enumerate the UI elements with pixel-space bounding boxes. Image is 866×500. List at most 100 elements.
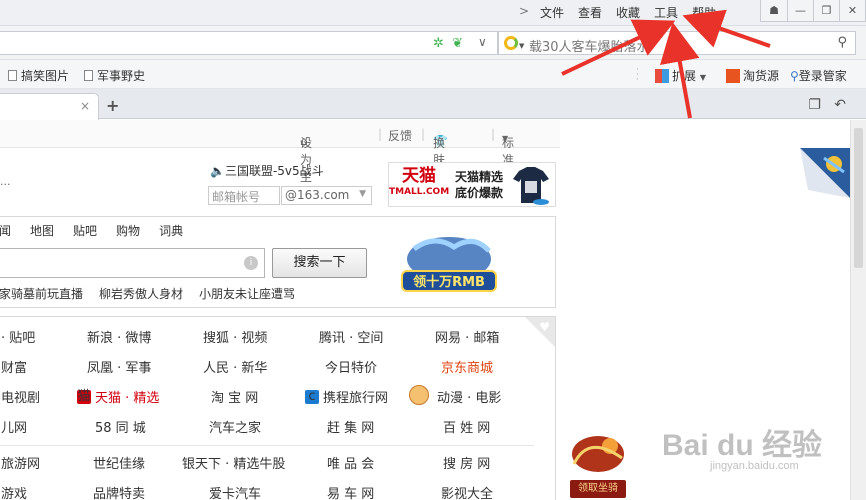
site-link[interactable]: 搜 房 网 (443, 453, 490, 472)
tab-tieba[interactable]: 贴吧 (73, 222, 97, 239)
site-link[interactable]: 爱卡汽车 (209, 483, 261, 500)
site-link[interactable]: 淘 宝 网 (211, 387, 258, 406)
tmall-ad-line2: 底价爆款 (455, 186, 504, 200)
watermark-main: Bai du 经验 (662, 429, 823, 462)
feedback-link[interactable]: 反馈 (388, 127, 412, 144)
menu-tools[interactable]: 工具 (654, 4, 678, 21)
hot-search-item[interactable]: 小朋友未让座遭骂 (199, 285, 295, 302)
site-row: 财富 凤凰 · 军事 人民 · 新华 今日特价 京东商城 (0, 357, 557, 387)
site-link[interactable]: 动漫 · 电影 (437, 387, 501, 406)
claim-mount-label: 领取坐骑 (570, 480, 626, 498)
page-search-input[interactable]: i (0, 248, 265, 278)
homepage-top-links: ⌂ 设为主页 | 反馈 | 👕 换肤 | 标准版 ▼ (0, 120, 560, 201)
site-link[interactable]: 易 车 网 (327, 483, 374, 500)
site-link[interactable]: 58 同 城 (95, 417, 146, 436)
bookmark-military-history[interactable]: 军事野史 (84, 67, 145, 84)
taohuoyuan-button[interactable]: 淘货源 (726, 67, 779, 84)
hot-searches: 家骑墓前玩直播 柳岩秀傲人身材 小朋友未让座遭骂 (0, 285, 311, 302)
menu-file[interactable]: 文件 (540, 4, 564, 21)
active-tab[interactable]: × (0, 93, 99, 120)
skin-icon[interactable]: ☗ (761, 0, 787, 21)
window-controls: ☗ — ❐ ✕ (760, 0, 866, 22)
site-link[interactable]: 电视剧 (1, 387, 40, 406)
tmall-ad-text: 天猫精选 底价爆款 (455, 169, 503, 201)
menu-expand-chevron-icon[interactable]: > (519, 4, 529, 18)
site-link[interactable]: 世纪佳缘 (93, 453, 145, 472)
announcement[interactable]: 🔈三国联盟-5v5战斗 (210, 162, 324, 179)
vertical-scrollbar[interactable] (850, 120, 866, 500)
menu-view[interactable]: 查看 (578, 4, 602, 21)
site-link[interactable]: 财富 (1, 357, 27, 376)
site-link[interactable]: 天猫 · 精选 (95, 387, 159, 406)
right-game-ad[interactable]: 领取坐骑 (568, 424, 628, 500)
site-link[interactable]: 儿网 (1, 417, 27, 436)
tab-dictionary[interactable]: 词典 (159, 222, 183, 239)
address-bar: ✲ ❦ ∨ ▼ 载30人客车爆胎落水 ⚲ (0, 26, 866, 60)
search-icon[interactable]: ⚲ (837, 35, 847, 50)
site-link[interactable]: 游戏 (1, 483, 27, 500)
site-link[interactable]: 百 姓 网 (443, 417, 490, 436)
game-ad-banner[interactable]: 领十万RMB (394, 229, 504, 297)
hot-search-item[interactable]: 柳岩秀傲人身材 (99, 285, 183, 302)
search-button[interactable]: 搜索一下 (272, 248, 367, 278)
drag-grip-icon: · · · (636, 65, 639, 85)
site-link[interactable]: 人民 · 新华 (203, 357, 267, 376)
site-link[interactable]: 携程旅行网 (323, 387, 388, 406)
undo-close-icon[interactable]: ↶ (834, 97, 846, 113)
tshirt-icon (513, 167, 549, 205)
menu-help[interactable]: 帮助 (692, 4, 716, 21)
leaf-accelerate-icon[interactable]: ❦ (452, 36, 463, 51)
url-input[interactable]: ✲ ❦ ∨ (0, 31, 498, 55)
site-link[interactable]: 新浪 · 微博 (87, 327, 151, 346)
hot-search-item[interactable]: 家骑墓前玩直播 (0, 285, 83, 302)
search-engine-logo-icon[interactable] (504, 36, 518, 50)
tab-close-icon[interactable]: × (80, 99, 90, 113)
extensions-button[interactable]: 扩展 ▼ (655, 67, 706, 84)
site-link[interactable]: 凤凰 · 军事 (87, 357, 151, 376)
tab-shopping[interactable]: 购物 (116, 222, 140, 239)
site-row: 旅游网 世纪佳缘 银天下 · 精选牛股 唯 品 会 搜 房 网 (0, 453, 557, 483)
tab-news[interactable]: 闻 (0, 222, 11, 239)
minimize-button[interactable]: — (787, 0, 813, 21)
site-link[interactable]: 银天下 · 精选牛股 (182, 453, 285, 472)
new-tab-button[interactable]: + (106, 96, 119, 115)
site-link[interactable]: · 贴吧 (1, 327, 35, 346)
site-link[interactable]: 品牌特卖 (93, 483, 145, 500)
tmall-ad-banner[interactable]: 天猫 TMALL.COM 天猫精选 底价爆款 (388, 162, 556, 207)
mail-account-input[interactable]: 邮箱帐号 (208, 186, 280, 205)
engine-dropdown-icon[interactable]: ▼ (519, 42, 524, 50)
restore-tabs-icon[interactable]: ❐ (808, 97, 821, 113)
security-check-icon[interactable]: ✲ (433, 36, 444, 51)
site-link[interactable]: 赶 集 网 (327, 417, 374, 436)
site-link[interactable]: 影视大全 (441, 483, 493, 500)
maximize-button[interactable]: ❐ (813, 0, 839, 21)
divider: | (421, 127, 426, 141)
menu-favorites[interactable]: 收藏 (616, 4, 640, 21)
site-link[interactable]: 今日特价 (325, 357, 377, 376)
tab-map[interactable]: 地图 (30, 222, 54, 239)
site-link[interactable]: 搜狐 · 视频 (203, 327, 267, 346)
login-manager-button[interactable]: ⚲登录管家 (790, 67, 847, 84)
taohuoyuan-label: 淘货源 (743, 69, 780, 83)
site-link[interactable]: 腾讯 · 空间 (319, 327, 383, 346)
game-dragon-image (572, 436, 624, 472)
site-link[interactable]: 汽车之家 (209, 417, 261, 436)
extensions-dropdown-icon[interactable]: ▼ (700, 73, 706, 82)
divider: | (378, 127, 383, 141)
site-link[interactable]: 旅游网 (1, 453, 40, 472)
close-window-button[interactable]: ✕ (839, 0, 865, 21)
bookmark-funny-pictures[interactable]: 搞笑图片 (8, 67, 69, 84)
site-link[interactable]: 唯 品 会 (327, 453, 374, 472)
web-search-input[interactable]: ▼ 载30人客车爆胎落水 ⚲ (498, 31, 856, 55)
site-link[interactable]: 京东商城 (441, 357, 493, 376)
clear-input-icon[interactable]: i (244, 256, 258, 270)
url-dropdown-icon[interactable]: ∨ (478, 35, 487, 49)
site-row: 儿网 58 同 城 汽车之家 赶 集 网 百 姓 网 (0, 417, 557, 447)
site-navigation-grid: ♥ · 贴吧 新浪 · 微博 搜狐 · 视频 腾讯 · 空间 网易 · 邮箱 财… (0, 316, 556, 500)
bookmark-label: 军事野史 (97, 69, 146, 83)
mail-domain-select[interactable]: @163.com ▼ (281, 186, 372, 205)
scrollbar-thumb[interactable] (854, 128, 863, 268)
site-link[interactable]: 网易 · 邮箱 (435, 327, 499, 346)
corner-ad-peel[interactable] (800, 148, 850, 198)
announcement-text: 三国联盟-5v5战斗 (224, 164, 324, 178)
